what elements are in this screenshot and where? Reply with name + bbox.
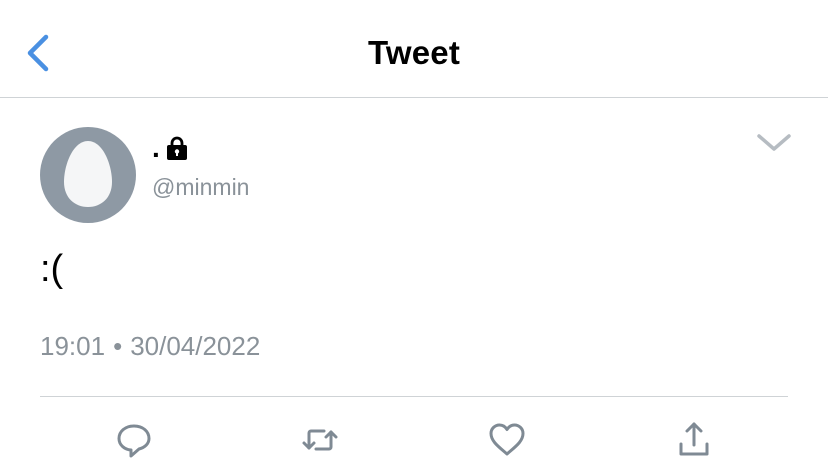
lock-icon — [166, 136, 187, 160]
tweet-date: 30/04/2022 — [130, 331, 261, 361]
reply-button[interactable] — [114, 420, 154, 460]
author-handle[interactable]: @minmin — [152, 174, 249, 201]
share-icon — [679, 422, 709, 456]
author-display-name[interactable]: . — [152, 134, 160, 162]
tweet-timestamp: 19:01 • 30/04/2022 — [40, 331, 260, 362]
chevron-down-icon — [757, 134, 791, 151]
tweet-detail-screen: Tweet . @minmin :( 19:01 • 30/04/2022 — [0, 0, 828, 471]
retweet-icon — [302, 429, 338, 451]
default-egg-avatar-icon — [40, 127, 136, 223]
heart-icon — [489, 423, 525, 456]
avatar[interactable] — [40, 127, 136, 223]
page-title: Tweet — [367, 34, 461, 71]
share-button[interactable] — [674, 420, 714, 460]
like-button[interactable] — [487, 420, 527, 460]
tweet-text: :( — [40, 248, 64, 290]
timestamp-separator: • — [113, 331, 123, 361]
retweet-button[interactable] — [300, 420, 340, 460]
tweet-time: 19:01 — [40, 331, 106, 361]
tweet-menu-button[interactable] — [754, 128, 794, 158]
divider — [40, 396, 788, 397]
author-name-row[interactable]: . — [152, 132, 190, 164]
reply-icon — [117, 424, 151, 458]
navigation-header: Tweet — [0, 0, 828, 98]
